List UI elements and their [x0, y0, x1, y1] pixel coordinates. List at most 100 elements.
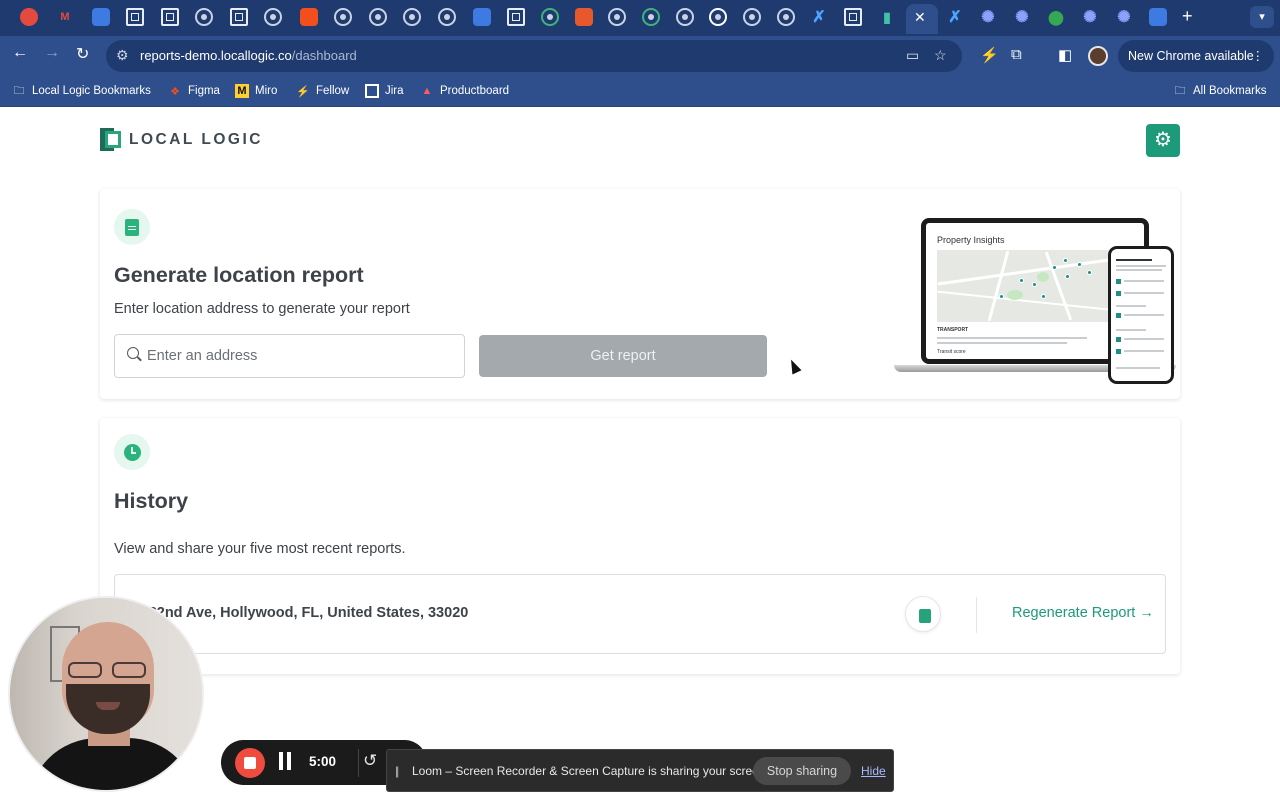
bookmarks-bar: 🗀 Local Logic Bookmarks ❖ Figma M Miro ⚡ Fel… [0, 76, 1280, 107]
history-title: History [114, 489, 189, 513]
bookmark-label: Local Logic Bookmarks [32, 85, 151, 97]
tab-icon-site[interactable] [403, 8, 421, 26]
illustration-title: Property Insights [937, 235, 1005, 245]
tab-icon-maps[interactable]: ⬤ [1047, 8, 1065, 26]
new-chrome-button[interactable]: New Chrome available ⋮ [1118, 40, 1274, 72]
map-thumbnail [937, 250, 1117, 322]
bookmark-label: Miro [255, 85, 278, 97]
url-text[interactable]: reports-demo.locallogic.co/dashboard [140, 48, 357, 63]
generate-title: Generate location report [114, 263, 364, 287]
tab-icon-app[interactable] [230, 8, 248, 26]
url-path: /dashboard [291, 48, 357, 63]
get-report-button[interactable]: Get report [479, 335, 767, 377]
site-settings-icon[interactable]: ⚙ [116, 47, 129, 64]
regenerate-report-link[interactable]: Regenerate Report → [1012, 605, 1154, 621]
illustration-section: TRANSPORT [937, 327, 969, 333]
search-icon [127, 347, 139, 359]
recording-timer: 5:00 [309, 754, 337, 769]
all-bookmarks[interactable]: 🗀 All Bookmarks [1173, 84, 1267, 98]
browser-tab-strip: M ✗ ▮ ✕ ✗ ✺ ✺ ⬤ ✺ ✺ + ▾ [0, 0, 1280, 36]
bookmark-productboard[interactable]: ▲ Productboard [420, 84, 510, 98]
tab-icon-app[interactable] [844, 8, 862, 26]
close-tab-icon[interactable]: ✕ [914, 9, 926, 26]
tab-icon-calendar[interactable] [473, 8, 491, 26]
profile-avatar[interactable] [1088, 46, 1108, 66]
history-row[interactable]: S 22nd Ave, Hollywood, FL, United States… [114, 574, 1166, 654]
tab-icon-app[interactable]: ✺ [1081, 8, 1099, 26]
tab-icon-app[interactable] [161, 8, 179, 26]
bookmark-local-logic[interactable]: 🗀 Local Logic Bookmarks [12, 84, 151, 98]
new-tab-icon[interactable]: + [1182, 6, 1193, 27]
reload-icon[interactable]: ↻ [76, 44, 89, 64]
sharing-message: Loom – Screen Recorder & Screen Capture … [412, 764, 769, 778]
generate-subtitle: Enter location address to generate your … [114, 301, 410, 317]
fellow-icon: ⚡ [296, 85, 310, 98]
clock-badge [114, 434, 150, 470]
jira-icon [365, 84, 379, 98]
tab-icon-app[interactable]: ✺ [979, 8, 997, 26]
tab-icon-chrome[interactable] [709, 8, 727, 26]
all-bookmarks-label: All Bookmarks [1193, 85, 1267, 97]
tab-icon-site[interactable] [608, 8, 626, 26]
side-panel-icon[interactable]: ◧ [1058, 46, 1072, 64]
copy-link-button[interactable] [905, 596, 941, 632]
tab-icon-site[interactable] [438, 8, 456, 26]
tab-icon-app[interactable] [126, 8, 144, 26]
bookmark-fellow[interactable]: ⚡ Fellow [296, 84, 349, 98]
webcam-bubble[interactable] [8, 596, 204, 792]
property-insights-illustration: Property Insights TRANSPORT Transit scor… [894, 218, 1176, 386]
address-search-field[interactable] [114, 334, 465, 378]
logo-mark-icon [100, 128, 121, 151]
phone-illustration [1108, 246, 1174, 384]
tab-icon-site[interactable] [264, 8, 282, 26]
tab-icon-record[interactable] [20, 8, 38, 26]
tab-icon-confluence[interactable]: ✗ [946, 8, 964, 26]
tab-icon-confluence[interactable]: ✗ [810, 8, 828, 26]
tab-icon-docs[interactable] [92, 8, 110, 26]
copy-icon [914, 605, 931, 623]
tab-icon-local-logic[interactable]: ▮ [878, 8, 896, 26]
tab-icon-figma[interactable] [300, 8, 318, 26]
tab-icon-site[interactable] [676, 8, 694, 26]
tab-icon-app[interactable]: ✺ [1115, 8, 1133, 26]
tab-icon-docs[interactable] [1149, 8, 1167, 26]
tab-icon-site[interactable] [334, 8, 352, 26]
tab-icon-site[interactable] [642, 8, 660, 26]
history-subtitle: View and share your five most recent rep… [114, 541, 406, 557]
tab-icon-site[interactable] [195, 8, 213, 26]
restart-icon[interactable]: ↺ [363, 751, 377, 771]
bookmark-figma[interactable]: ❖ Figma [168, 84, 220, 98]
tab-icon-app[interactable] [507, 8, 525, 26]
tab-icon-app[interactable]: ✺ [1013, 8, 1031, 26]
drag-handle-icon[interactable]: || [395, 764, 399, 778]
settings-button[interactable]: ⚙ [1146, 124, 1180, 157]
hide-link[interactable]: Hide [861, 764, 886, 778]
address-bar[interactable]: ⚙ reports-demo.locallogic.co/dashboard ▭… [106, 40, 962, 72]
bookmark-jira[interactable]: Jira [365, 84, 404, 98]
tab-search-chevron-icon[interactable]: ▾ [1250, 6, 1274, 28]
tab-icon-app[interactable] [575, 8, 593, 26]
tab-icon-gmail[interactable]: M [56, 8, 74, 26]
clock-icon [123, 443, 141, 461]
productboard-icon: ▲ [421, 85, 433, 97]
tab-icon-site[interactable] [743, 8, 761, 26]
stop-recording-button[interactable] [235, 748, 265, 778]
tab-icon-site[interactable] [369, 8, 387, 26]
bookmark-star-icon[interactable]: ☆ [934, 47, 947, 64]
history-card: History View and share your five most re… [100, 418, 1180, 674]
controls-divider [358, 749, 359, 777]
camera-icon[interactable]: ▭ [906, 47, 919, 64]
tab-icon-site[interactable] [541, 8, 559, 26]
local-logic-logo[interactable]: LOCAL LOGIC [100, 128, 263, 151]
bookmark-miro[interactable]: M Miro [235, 84, 277, 98]
extension-icon[interactable]: ⚡ [980, 46, 999, 64]
stop-sharing-button[interactable]: Stop sharing [753, 757, 851, 785]
forward-arrow-icon[interactable]: → [44, 44, 60, 62]
tab-icon-site[interactable] [777, 8, 795, 26]
back-arrow-icon[interactable]: ← [12, 44, 28, 62]
gear-icon: ⚙ [1154, 129, 1172, 151]
pause-icon[interactable] [279, 752, 291, 770]
puzzle-icon[interactable]: ⧉ [1011, 46, 1022, 63]
row-divider [976, 597, 977, 633]
address-input[interactable] [147, 345, 447, 367]
